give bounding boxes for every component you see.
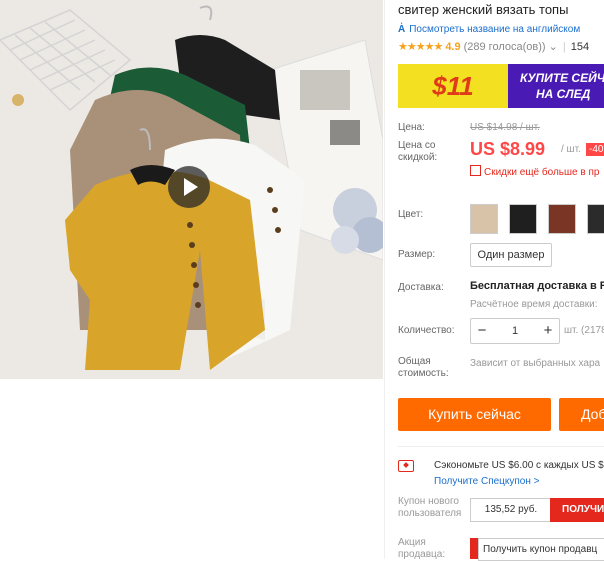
banner-line1: КУПИТЕ СЕЙЧ — [520, 71, 604, 85]
shipping-estimate: Расчётное время доставки: — [470, 299, 598, 310]
size-option-button[interactable]: Один размер — [470, 243, 552, 267]
shipping-text[interactable]: Бесплатная доставка в Ru — [470, 280, 604, 292]
color-label: Цвет: — [398, 209, 424, 220]
size-label: Размер: — [398, 249, 436, 260]
quantity-stepper: − 1 + — [470, 318, 560, 344]
add-to-cart-button[interactable]: Доб — [559, 398, 604, 431]
shipping-label: Доставка: — [398, 282, 444, 293]
new-user-coupon-label: Купон нового пользователя — [398, 496, 462, 519]
banner-price: $11 — [398, 64, 508, 108]
chevron-down-icon[interactable]: ⌄ — [546, 41, 558, 53]
seller-coupon-button[interactable]: Получить купон продавц — [478, 538, 604, 561]
price-label: Цена: — [398, 122, 425, 133]
quantity-minus-button[interactable]: − — [471, 319, 493, 343]
color-swatch-beige[interactable] — [470, 204, 498, 234]
total-value: Зависит от выбранных хара — [470, 358, 601, 369]
reviews-link[interactable]: (289 голоса(ов)) — [464, 41, 546, 53]
color-swatch-dark[interactable] — [587, 204, 604, 234]
new-user-coupon-value: 135,52 руб. — [470, 498, 552, 522]
star-rating-icon: ★★★★★ — [398, 41, 443, 53]
orders-count: 154 — [570, 41, 590, 53]
divider — [384, 0, 385, 559]
product-title: свитер женский вязать топы — [398, 2, 569, 17]
app-discount-link[interactable]: Скидки ещё больше в пр — [470, 165, 599, 178]
translate-link-label: Посмотреть название на английском — [409, 24, 581, 35]
quantity-plus-button[interactable]: + — [537, 319, 559, 343]
rating-value: 4.9 — [445, 41, 461, 53]
promo-banner[interactable]: $11 КУПИТЕ СЕЙЧ НА СЛЕД — [398, 64, 604, 108]
quantity-input[interactable]: 1 — [493, 319, 537, 343]
app-discount-text: Скидки ещё больше в пр — [484, 167, 600, 178]
promo-badge — [470, 538, 478, 559]
seller-promo-label: Акция продавца: — [398, 537, 446, 560]
discount-badge: -40% — [586, 143, 604, 156]
current-price: US $8.99 — [470, 139, 546, 159]
quantity-label: Количество: — [398, 325, 455, 336]
stock-count: шт. (2178 — [564, 325, 604, 336]
coupon-save-text: Сэкономьте US $6.00 с каждых US $ — [434, 460, 604, 471]
color-swatch-brown[interactable] — [548, 204, 576, 234]
separator: | — [562, 41, 566, 53]
coupon-icon — [398, 460, 414, 472]
original-price: US $14.98 / шт. — [470, 122, 540, 133]
divider — [398, 446, 604, 447]
spec-coupon-link[interactable]: Получите Спецкупон > — [434, 476, 540, 487]
total-label: Общая стоимость: — [398, 356, 449, 379]
translate-link[interactable]: A͐ Посмотреть название на английском — [398, 24, 580, 35]
color-swatch-black[interactable] — [509, 204, 537, 234]
discount-price-label: Цена со скидкой: — [398, 140, 438, 163]
qr-code-icon — [470, 165, 481, 176]
price-unit: / шт. — [561, 144, 581, 155]
buy-now-button[interactable]: Купить сейчас — [398, 398, 551, 431]
play-video-button[interactable] — [168, 166, 210, 208]
translate-icon: A͐ — [398, 24, 406, 35]
rating-row: ★★★★★ 4.9 (289 голоса(ов)) ⌄ | 154 — [398, 40, 589, 53]
get-coupon-button[interactable]: ПОЛУЧИ — [550, 498, 604, 522]
banner-line2: НА СЛЕД — [536, 87, 591, 101]
